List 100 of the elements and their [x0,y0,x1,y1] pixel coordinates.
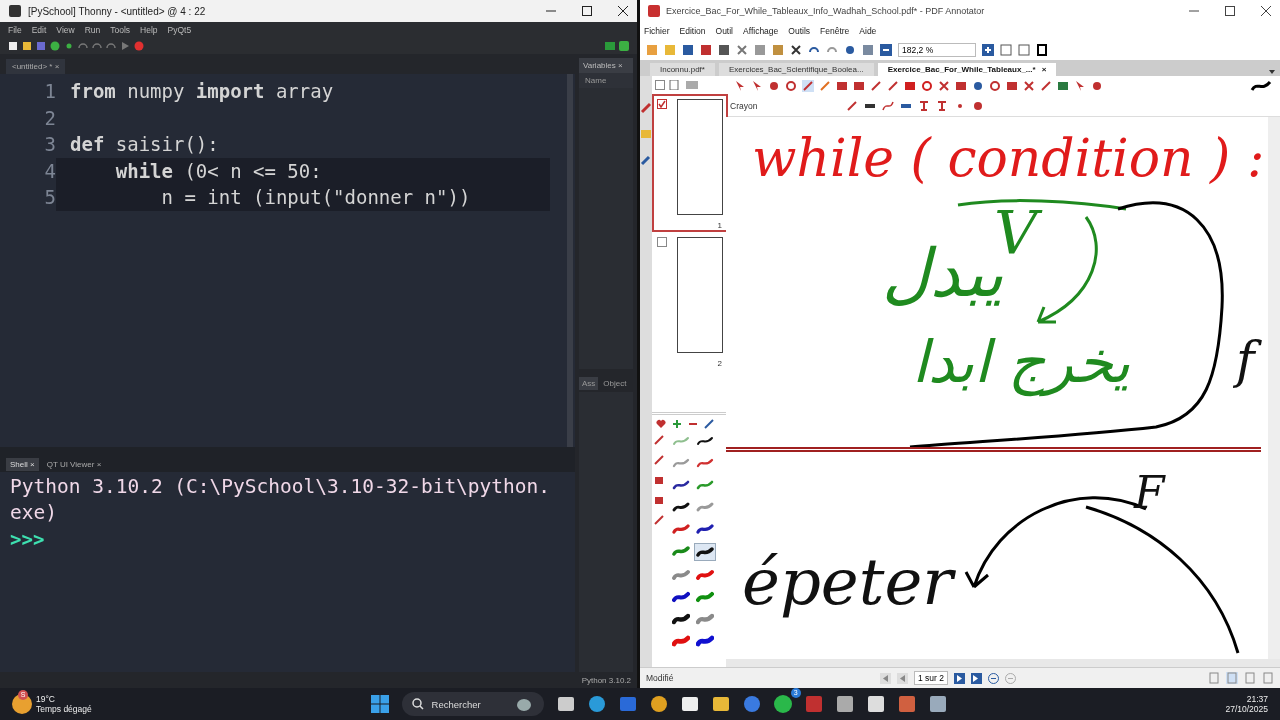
panel-tab[interactable]: Variables × [579,58,633,73]
highlighter-icon[interactable] [819,80,831,92]
edge-icon[interactable] [587,695,606,713]
menu-item[interactable]: Outil [715,26,733,36]
run-icon[interactable] [50,41,60,51]
fit-width-icon[interactable] [1018,44,1030,56]
checkbox[interactable] [657,237,667,247]
panel-tab[interactable]: Object [600,376,630,390]
fullscreen-icon[interactable] [1036,44,1048,56]
menu-item[interactable]: PyQt5 [167,25,192,35]
arrow-icon[interactable] [734,80,746,92]
menu-item[interactable]: Edition [679,26,706,36]
app-icon[interactable] [835,695,854,713]
pencil-icon[interactable] [654,455,664,465]
menu-item[interactable]: Help [140,25,158,35]
page-thumbnail[interactable]: 1 [652,94,728,232]
search-field[interactable]: Rechercher [401,692,544,716]
clock-date[interactable]: 27/10/2025 [1225,704,1268,714]
save-icon[interactable] [682,44,694,56]
next-page-icon[interactable] [954,672,965,684]
scrollbar[interactable] [1268,117,1280,659]
pdf-annotator-icon[interactable] [804,695,823,713]
arrow-icon[interactable] [751,80,763,92]
chrome-icon[interactable] [649,695,668,713]
pen-color-icon[interactable] [846,100,858,112]
fit-page-icon[interactable] [1000,44,1012,56]
menu-item[interactable]: Aide [859,26,877,36]
menu-item[interactable]: Tools [110,25,131,35]
sync-icon[interactable] [742,695,761,713]
image-icon[interactable] [836,80,848,92]
heart-icon[interactable] [656,419,666,429]
zoom-out-icon[interactable] [880,44,892,56]
picture-icon[interactable] [1057,80,1069,92]
page-icon[interactable] [668,80,682,90]
pen-icon[interactable] [802,80,814,92]
menu-item[interactable]: File [8,25,22,35]
paste-icon[interactable] [772,44,784,56]
stamp-icon[interactable] [654,495,664,505]
magnifier-icon[interactable] [785,80,797,92]
pen-icon[interactable] [654,435,664,445]
pen-icon[interactable] [704,419,714,429]
ellipse-icon[interactable] [921,80,933,92]
store-icon[interactable] [680,695,699,713]
stop-icon[interactable] [134,41,144,51]
step-into-icon[interactable] [92,41,102,51]
delete-icon[interactable] [790,44,802,56]
page-thumbnail[interactable]: 2 [652,232,728,370]
close-icon[interactable] [1260,5,1272,17]
zoom-in-icon[interactable] [982,44,994,56]
square-icon[interactable] [655,80,665,90]
menu-item[interactable]: View [56,25,75,35]
menu-item[interactable]: Affichage [743,26,779,36]
thonny-icon[interactable] [928,695,947,713]
task-view-icon[interactable] [556,695,575,713]
text-icon[interactable] [918,100,930,112]
line-icon[interactable] [870,80,882,92]
page-icon[interactable] [862,44,874,56]
last-page-icon[interactable] [971,672,982,684]
page-field[interactable]: 1 sur 2 [914,671,948,685]
debug-icon[interactable] [64,41,74,51]
panel-tab[interactable]: QT UI Viewer × [42,458,106,471]
document-tab[interactable]: Exercice_Bac_For_While_Tableaux_...* × [877,63,1057,76]
print-icon[interactable] [718,44,730,56]
menu-item[interactable]: Fenêtre [820,26,850,36]
maximize-icon[interactable] [1224,5,1236,17]
copy-icon[interactable] [754,44,766,56]
document-tab[interactable]: Exercices_Bac_Scientifique_Boolea... [718,63,874,76]
clock-time[interactable]: 21:37 [1246,694,1268,704]
stamp-icon[interactable] [853,80,865,92]
cut-icon[interactable] [736,44,748,56]
first-page-icon[interactable] [880,672,891,684]
menu-item[interactable]: Edit [31,25,47,35]
image-icon[interactable] [654,475,664,485]
panel-tab[interactable]: Ass [579,376,599,390]
menu-item[interactable]: Outils [788,26,811,36]
maximize-icon[interactable] [581,5,593,17]
ruler-icon[interactable] [955,80,967,92]
document-tab[interactable]: Inconnu.pdf* [650,63,715,76]
resume-icon[interactable] [120,41,130,51]
camera-icon[interactable] [1006,80,1018,92]
zoom-field[interactable]: 182,2 % [898,43,976,57]
code-editor[interactable]: 1 2 3 4 5 from numpy import array def saisir(): while (0< n <= 50: n = int (input("donner n")) [0,74,575,447]
text-icon[interactable] [936,100,948,112]
shell-panel[interactable]: Python 3.10.2 (C:\PySchool\3.10-32-bit\python.exe) >>> [0,472,575,672]
chat-app-icon[interactable] [773,695,792,713]
new-file-icon[interactable] [8,41,18,51]
editor-tab[interactable]: <untitled> * × [6,59,66,74]
back-icon[interactable] [988,672,999,684]
app-icon[interactable] [866,695,885,713]
smoothing-icon[interactable] [882,100,894,112]
previous-page-icon[interactable] [897,672,908,684]
menu-item[interactable]: Run [84,25,101,35]
ruler-icon[interactable] [1040,80,1052,92]
scrollbar[interactable] [567,74,573,447]
file-explorer-icon[interactable] [711,695,730,713]
panel-tab[interactable]: Shell × [6,458,39,471]
step-out-icon[interactable] [106,41,116,51]
checkbox[interactable] [657,99,667,109]
rectangle-icon[interactable] [904,80,916,92]
menu-item[interactable]: Fichier [644,26,670,36]
